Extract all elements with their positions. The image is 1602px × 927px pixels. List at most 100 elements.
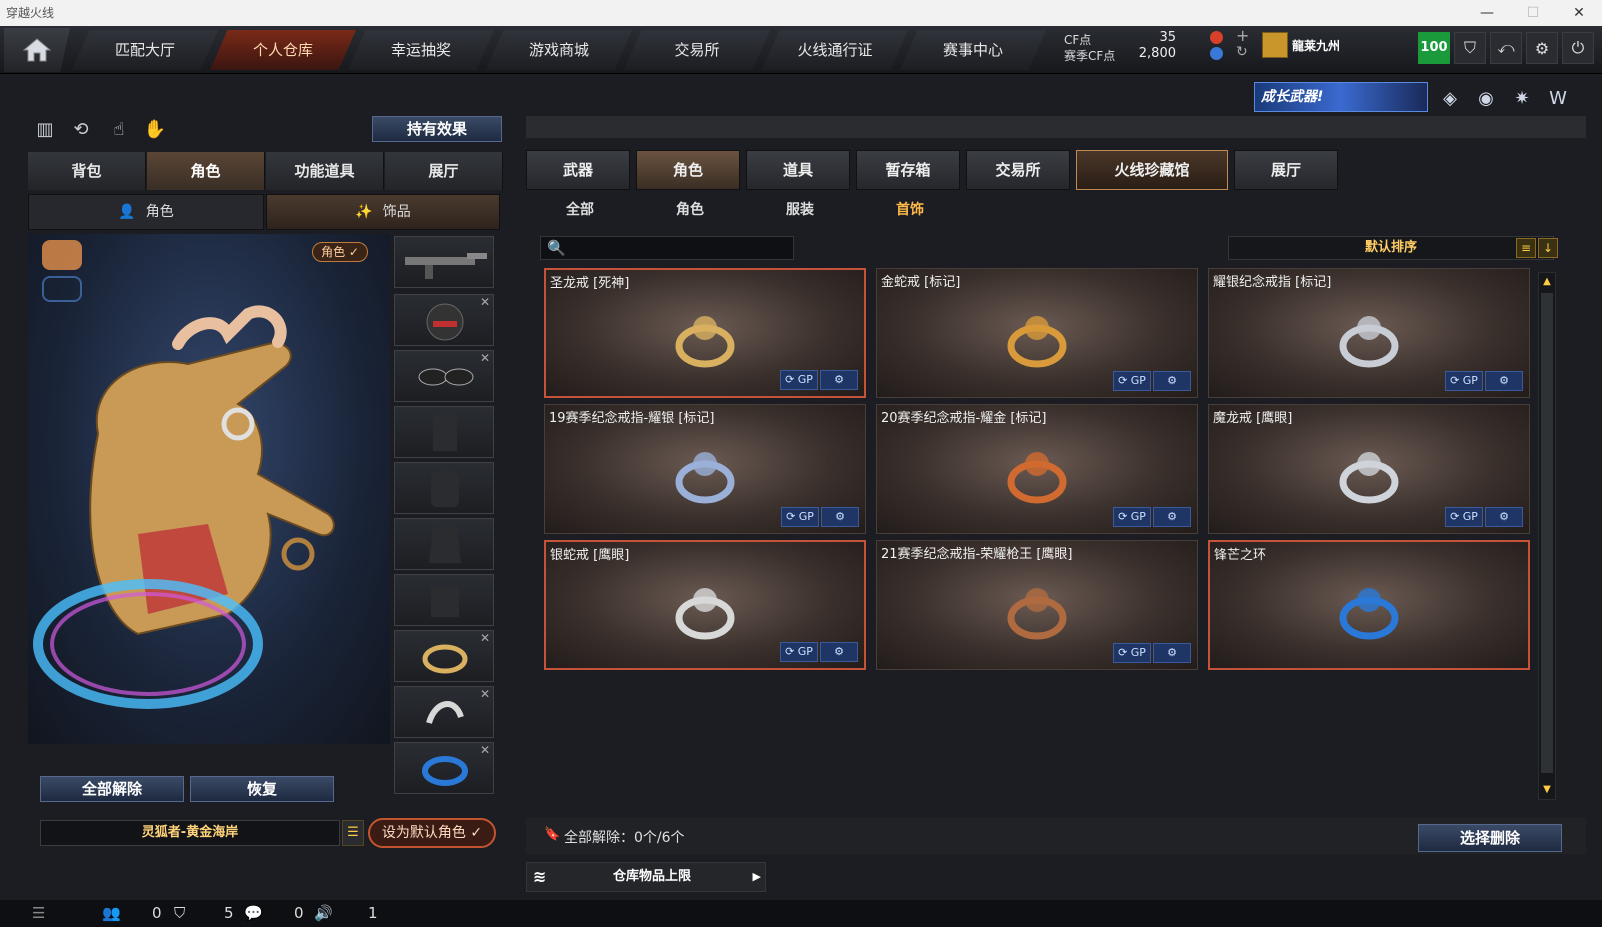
gp-exchange-icon[interactable]: ⟳ GP (1113, 507, 1151, 527)
item-card[interactable]: 魔龙戒 [鹰眼] ⟳ GP ⚙ (1208, 404, 1530, 534)
nav-tab-lottery[interactable]: 幸运抽奖 (348, 30, 494, 70)
slot-ring-1[interactable]: ✕ (394, 630, 494, 682)
sort-direction-button[interactable]: ↓ (1538, 238, 1558, 258)
star-badge-icon[interactable]: ✷ (1508, 84, 1536, 112)
shield-button[interactable]: ⛉ (1454, 32, 1486, 64)
character-list-button[interactable]: ☰ (342, 820, 364, 846)
subtab-character[interactable]: 👤 角色 (28, 194, 264, 230)
home-button[interactable] (4, 28, 70, 72)
nav-tab-exchange[interactable]: 交易所 (624, 30, 770, 70)
slot-helmet[interactable]: ✕ (394, 294, 494, 346)
release-all-button[interactable]: 全部解除 (40, 776, 184, 802)
return-button[interactable]: ⤺ (1490, 32, 1522, 64)
rank-badge-icon[interactable]: ◈ (1436, 84, 1464, 112)
restore-button[interactable]: 恢复 (190, 776, 334, 802)
search-box[interactable]: 🔍 (540, 236, 794, 260)
nav-tab-pass[interactable]: 火线通行证 (762, 30, 908, 70)
holding-effect-button[interactable]: 持有效果 (372, 116, 502, 142)
rtab-showroom[interactable]: 展厅 (1234, 150, 1338, 190)
tab-function-items[interactable]: 功能道具 (266, 152, 384, 190)
rtab-items[interactable]: 道具 (746, 150, 850, 190)
settings-button[interactable]: ⚙ (1526, 32, 1558, 64)
minimize-button[interactable]: — (1464, 0, 1510, 26)
remove-icon[interactable]: ✕ (480, 351, 490, 365)
rtab-weapons[interactable]: 武器 (526, 150, 630, 190)
item-card[interactable]: 圣龙戒 [死神] ⟳ GP ⚙ (544, 268, 866, 398)
rsub-all[interactable]: 全部 (530, 198, 630, 222)
scroll-thumb[interactable] (1541, 293, 1553, 773)
gp-exchange-icon[interactable]: ⟳ GP (781, 507, 819, 527)
fox-emblem-icon[interactable] (42, 240, 82, 270)
remove-icon[interactable]: ✕ (480, 743, 490, 757)
close-button[interactable]: ✕ (1556, 0, 1602, 26)
power-button[interactable]: ⏻ (1562, 32, 1594, 64)
chat-icon[interactable]: 💬 (244, 904, 263, 922)
slot-ring-2[interactable]: ✕ (394, 686, 494, 738)
set-default-character-button[interactable]: 设为默认角色 ✓ (368, 818, 496, 848)
gear-icon[interactable]: ⚙ (1485, 371, 1523, 391)
rsub-clothing[interactable]: 服装 (750, 198, 850, 222)
list-menu-icon[interactable]: ☰ (32, 904, 45, 922)
item-card[interactable]: 19赛季纪念戒指-耀银 [标记] ⟳ GP ⚙ (544, 404, 866, 534)
globe-badge-icon[interactable]: ◉ (1472, 84, 1500, 112)
item-scrollbar[interactable]: ▲ ▼ (1538, 272, 1556, 800)
gear-icon[interactable]: ⚙ (1485, 507, 1523, 527)
slot-vest[interactable] (394, 406, 494, 458)
gear-icon[interactable]: ⚙ (1153, 371, 1191, 391)
item-card[interactable]: 金蛇戒 [标记] ⟳ GP ⚙ (876, 268, 1198, 398)
search-input[interactable] (567, 239, 787, 257)
add-cf-icon[interactable]: + (1236, 26, 1249, 45)
rtab-character[interactable]: 角色 (636, 150, 740, 190)
growth-weapon-banner[interactable]: 成长武器! (1254, 82, 1428, 112)
gp-exchange-icon[interactable]: ⟳ GP (1445, 371, 1483, 391)
slot-glasses[interactable]: ✕ (394, 350, 494, 402)
glove-icon[interactable]: ✋ (142, 116, 168, 142)
wing-badge-icon[interactable]: W (1544, 84, 1572, 112)
item-card[interactable]: 21赛季纪念戒指-荣耀枪王 [鹰眼] ⟳ GP ⚙ (876, 540, 1198, 670)
sort-list-button[interactable]: ≡ (1516, 238, 1536, 258)
item-card[interactable]: 锋芒之环 (1208, 540, 1530, 670)
subtab-accessories[interactable]: ✨ 饰品 (266, 194, 500, 230)
mask-emblem-icon[interactable] (42, 276, 82, 302)
nav-tab-match-hall[interactable]: 匹配大厅 (72, 30, 218, 70)
rsub-character[interactable]: 角色 (640, 198, 740, 222)
tab-backpack[interactable]: 背包 (28, 152, 146, 190)
gear-icon[interactable]: ⚙ (820, 642, 858, 662)
item-card[interactable]: 20赛季纪念戒指-耀金 [标记] ⟳ GP ⚙ (876, 404, 1198, 534)
rtab-collection[interactable]: 火线珍藏馆 (1076, 150, 1228, 190)
rotate-icon[interactable]: ⟲ (68, 116, 94, 142)
slot-body[interactable] (394, 518, 494, 570)
slot-ring-3[interactable]: ✕ (394, 742, 494, 794)
scroll-down-arrow[interactable]: ▼ (1542, 785, 1552, 795)
gear-icon[interactable]: ⚙ (821, 507, 859, 527)
tab-showroom-left[interactable]: 展厅 (385, 152, 503, 190)
sort-dropdown[interactable]: 默认排序 (1228, 236, 1554, 260)
tab-character[interactable]: 角色 (147, 152, 265, 190)
nav-tab-shop[interactable]: 游戏商城 (486, 30, 632, 70)
refresh-icon[interactable]: ↻ (1236, 44, 1248, 60)
item-card[interactable]: 耀银纪念戒指 [标记] ⟳ GP ⚙ (1208, 268, 1530, 398)
remove-icon[interactable]: ✕ (480, 687, 490, 701)
rsub-jewelry[interactable]: 首饰 (860, 198, 960, 222)
gear-icon[interactable]: ⚙ (820, 370, 858, 390)
item-card[interactable]: 银蛇戒 [鹰眼] ⟳ GP ⚙ (544, 540, 866, 670)
remove-icon[interactable]: ✕ (480, 295, 490, 309)
gp-exchange-icon[interactable]: ⟳ GP (1445, 507, 1483, 527)
remove-icon[interactable]: ✕ (480, 631, 490, 645)
storage-limit-button[interactable]: ≋ 仓库物品上限 ▶ (526, 862, 766, 892)
nav-tab-events[interactable]: 赛事中心 (900, 30, 1046, 70)
clan-icon[interactable]: ⛉ (174, 904, 185, 922)
gp-exchange-icon[interactable]: ⟳ GP (780, 370, 818, 390)
friends-icon[interactable]: 👥 (102, 904, 121, 922)
gp-exchange-icon[interactable]: ⟳ GP (1113, 371, 1151, 391)
avatar[interactable] (1262, 32, 1288, 58)
rtab-storage[interactable]: 暂存箱 (856, 150, 960, 190)
slot-pants[interactable] (394, 574, 494, 626)
rtab-exchange[interactable]: 交易所 (966, 150, 1070, 190)
slot-backpack[interactable] (394, 462, 494, 514)
slot-weapon[interactable] (394, 236, 494, 288)
volume-icon[interactable]: 🔊 (314, 904, 333, 922)
gp-exchange-icon[interactable]: ⟳ GP (1113, 643, 1151, 663)
maximize-button[interactable]: ☐ (1510, 0, 1556, 26)
gear-icon[interactable]: ⚙ (1153, 507, 1191, 527)
